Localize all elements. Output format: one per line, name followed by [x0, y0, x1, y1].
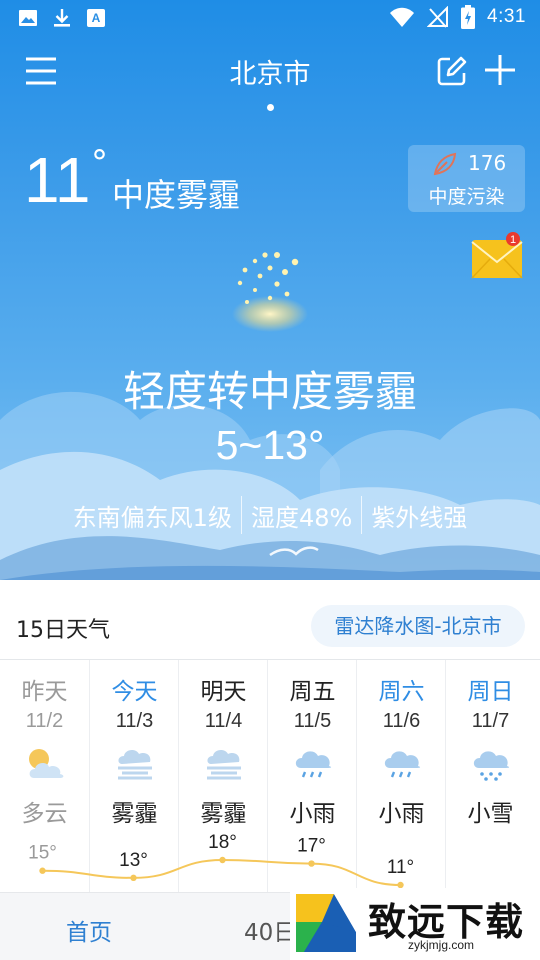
day-condition: 雾霾 — [111, 801, 158, 827]
clock: 4:31 — [487, 6, 526, 27]
humidity-info: 湿度48% — [250, 503, 353, 532]
aqi-badge[interactable]: 176 中度污染 — [408, 145, 525, 212]
today-temperature-range: 5~13° — [215, 422, 325, 468]
mail-icon[interactable]: 1 — [470, 232, 526, 282]
haze-sun-icon — [232, 252, 308, 332]
light-rain-icon — [384, 751, 421, 778]
day-name: 今天 — [111, 679, 158, 705]
section-title: 15日天气 — [16, 618, 110, 643]
aqi-label: 中度污染 — [428, 186, 505, 208]
haze-icon — [118, 750, 152, 780]
watermark-logo — [296, 894, 356, 952]
font-icon: A — [87, 9, 105, 27]
day-column[interactable]: 明天 11/4 雾霾 — [178, 660, 267, 892]
status-bar: A 4:31 — [0, 0, 540, 36]
day-date: 11/4 — [204, 710, 243, 732]
light-rain-icon — [295, 751, 332, 778]
weather-hero: A 4:31 北京市 11 ° 中度雾霾 176 中度污染 1 轻度转中度雾霾 … — [0, 0, 540, 580]
divider — [240, 496, 242, 534]
tab-40-day[interactable]: 40日 — [244, 913, 296, 947]
partly-cloudy-icon — [29, 749, 64, 778]
day-column[interactable]: 昨天 11/2 多云 — [0, 660, 89, 892]
day-condition: 小雪 — [467, 801, 514, 827]
no-signal-icon — [427, 6, 449, 28]
day-condition: 雾霾 — [200, 801, 247, 827]
daily-forecast: 昨天 11/2 多云 今天 11/3 雾霾 明天 11/4 雾霾 周五 11/5 — [0, 660, 540, 892]
degree-symbol: ° — [91, 143, 108, 183]
day-column[interactable]: 周五 11/5 小雨 — [267, 660, 356, 892]
page-indicator — [267, 104, 274, 111]
watermark: 致远下载 zykjmjg.com — [290, 888, 540, 960]
add-icon[interactable] — [483, 53, 517, 87]
wind-info: 东南偏东风1级 — [72, 503, 232, 532]
day-date: 11/5 — [293, 710, 332, 732]
day-column[interactable]: 今天 11/3 雾霾 — [89, 660, 178, 892]
battery-icon — [461, 5, 476, 29]
svg-text:A: A — [92, 11, 101, 25]
day-column[interactable]: 周六 11/6 小雨 — [356, 660, 445, 892]
day-name: 周日 — [467, 679, 514, 705]
day-name: 昨天 — [21, 679, 68, 705]
aqi-value: 176 — [468, 151, 507, 175]
tab-home[interactable]: 首页 — [66, 913, 112, 947]
radar-map-button[interactable]: 雷达降水图-北京市 — [311, 605, 525, 647]
uv-info: 紫外线强 — [371, 503, 468, 532]
today-forecast-description: 轻度转中度雾霾 — [122, 367, 417, 416]
day-date: 11/2 — [25, 710, 64, 732]
day-condition: 多云 — [21, 801, 68, 827]
day-date: 11/6 — [382, 710, 421, 732]
day-date: 11/3 — [115, 710, 154, 732]
watermark-url: zykjmjg.com — [408, 938, 475, 952]
gallery-icon — [19, 10, 37, 26]
weather-details: 东南偏东风1级 湿度48% 紫外线强 — [0, 496, 540, 534]
day-column[interactable]: 周日 11/7 小雪 — [445, 660, 534, 892]
current-temperature: 11 — [24, 144, 91, 216]
day-condition: 小雨 — [378, 801, 425, 827]
day-condition: 小雨 — [289, 801, 336, 827]
mail-badge-count: 1 — [510, 234, 516, 246]
day-date: 11/7 — [471, 710, 510, 732]
leaf-icon — [433, 152, 457, 176]
haze-icon — [207, 750, 241, 780]
day-name: 周六 — [378, 679, 425, 705]
download-icon — [54, 9, 70, 27]
current-condition: 中度雾霾 — [112, 176, 241, 214]
wifi-icon — [390, 7, 415, 27]
day-name: 明天 — [200, 679, 247, 705]
edit-icon[interactable] — [436, 55, 468, 87]
light-snow-icon — [473, 751, 510, 781]
divider — [361, 496, 363, 534]
day-name: 周五 — [289, 679, 336, 705]
